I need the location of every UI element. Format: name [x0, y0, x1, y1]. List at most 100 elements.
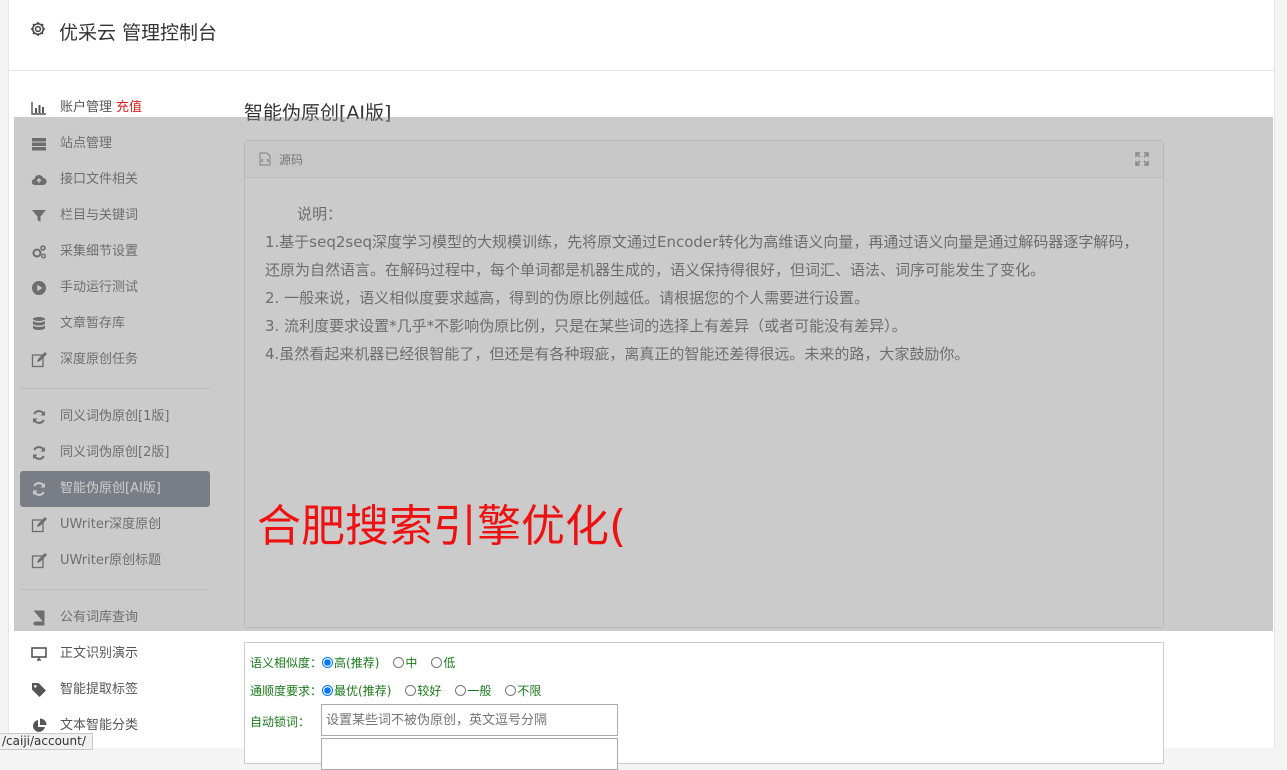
fluency-radio[interactable] [455, 685, 467, 696]
extra-input[interactable] [321, 738, 618, 770]
sidebar-item-label: UWriter原创标题 [60, 553, 162, 568]
sidebar-item-group1-1[interactable]: 站点管理 [20, 126, 210, 162]
sidebar-item-label: 智能提取标签 [60, 682, 139, 697]
fluency-option-label: 不限 [517, 684, 542, 698]
refresh-icon [31, 481, 47, 497]
sidebar-item-group1-4[interactable]: 采集细节设置 [20, 234, 210, 270]
fluency-option[interactable]: 一般 [455, 684, 491, 698]
sidebar-item-label: 公有词库查询 [60, 610, 139, 625]
note-line: 1.基于seq2seq深度学习模型的大规模训练，先将原文通过Encoder转化为… [265, 233, 1139, 279]
panel-title: 源码 [279, 153, 304, 167]
fluency-option[interactable]: 最优(推荐) [322, 684, 391, 698]
panel-header: 源码 [245, 141, 1163, 178]
sidebar-item-label: 智能伪原创[AI版] [60, 481, 161, 496]
sidebar-item-label: 接口文件相关 [60, 172, 139, 187]
sidebar-item-label: 同义词伪原创[1版] [60, 409, 170, 424]
expand-icon[interactable] [1135, 152, 1149, 166]
fluency-radio[interactable] [405, 685, 417, 696]
sidebar-item-group3-0[interactable]: 公有词库查询 [20, 600, 210, 636]
edit-icon [31, 352, 47, 368]
source-editor[interactable]: 说明： 1.基于seq2seq深度学习模型的大规模训练，先将原文通过Encode… [245, 178, 1163, 368]
cogs-icon [31, 244, 47, 260]
sidebar-item-label: 手动运行测试 [60, 280, 139, 295]
sidebar-item-label: 同义词伪原创[2版] [60, 445, 170, 460]
intro-text: 说明： [297, 205, 343, 223]
top-bar: 优采云 管理控制台 [9, 0, 1274, 71]
recharge-link[interactable]: 充值 [116, 100, 142, 115]
cloud-upload-icon [31, 172, 47, 188]
page-title: 智能伪原创[AI版] [244, 102, 392, 124]
app-title: 优采云 管理控制台 [59, 22, 218, 44]
nav-divider [20, 589, 210, 590]
refresh-icon [31, 409, 47, 425]
sidebar-item-group1-0[interactable]: 账户管理 充值 [20, 90, 210, 126]
note-line: 4.虽然看起来机器已经很智能了，但还是有各种瑕疵，离真正的智能还差得很远。未来的… [265, 345, 970, 363]
fluency-radio[interactable] [505, 685, 517, 696]
fluency-option-label: 一般 [467, 684, 492, 698]
sidebar-item-label: 采集细节设置 [60, 244, 139, 259]
pie-chart-icon [31, 718, 47, 734]
note-line: 2. 一般来说，语义相似度要求越高，得到的伪原比例越低。请根据您的个人需要进行设… [265, 289, 870, 307]
sidebar-item-label: UWriter深度原创 [60, 517, 162, 532]
sidebar-item-group1-5[interactable]: 手动运行测试 [20, 270, 210, 306]
fluency-radio[interactable] [322, 685, 334, 696]
sidebar-item-group1-7[interactable]: 深度原创任务 [20, 342, 210, 378]
sidebar-item-label: 文本智能分类 [60, 718, 139, 733]
file-code-icon [259, 152, 271, 166]
similarity-option[interactable]: 低 [431, 656, 455, 670]
similarity-radio[interactable] [431, 657, 443, 668]
gear-icon [29, 20, 47, 38]
similarity-option-label: 高(推荐) [334, 656, 380, 670]
sidebar-item-label: 深度原创任务 [60, 352, 139, 367]
lock-words-input[interactable] [321, 704, 618, 736]
sidebar-item-group2-0[interactable]: 同义词伪原创[1版] [20, 399, 210, 435]
sidebar-item-label: 账户管理 [60, 100, 113, 115]
book-icon [31, 610, 47, 626]
sidebar-item-group1-3[interactable]: 栏目与关键词 [20, 198, 210, 234]
sidebar-item-label: 栏目与关键词 [60, 208, 139, 223]
monitor-icon [31, 646, 47, 662]
sidebar-item-group1-6[interactable]: 文章暂存库 [20, 306, 210, 342]
fluency-row: 通顺度要求： 最优(推荐) 较好 一般 不限 [250, 682, 555, 699]
bar-chart-icon [31, 100, 47, 116]
lock-label: 自动锁词： [250, 715, 311, 729]
sidebar-item-group2-2[interactable]: 智能伪原创[AI版] [20, 471, 210, 507]
sidebar-item-label: 文章暂存库 [60, 316, 126, 331]
similarity-row: 语义相似度： 高(推荐) 中 低 [250, 654, 469, 671]
fluency-option-label: 较好 [417, 684, 442, 698]
fluency-label: 通顺度要求： [250, 684, 323, 698]
sidebar-item-group2-4[interactable]: UWriter原创标题 [20, 543, 210, 579]
edit-icon [31, 517, 47, 533]
sidebar-item-group1-2[interactable]: 接口文件相关 [20, 162, 210, 198]
sidebar-item-group3-1[interactable]: 正文识别演示 [20, 636, 210, 672]
similarity-label: 语义相似度： [250, 656, 323, 670]
similarity-radio[interactable] [322, 657, 334, 668]
sidebar-item-label: 正文识别演示 [60, 646, 139, 661]
sidebar-item-group3-2[interactable]: 智能提取标签 [20, 672, 210, 708]
watermark-text: 合肥搜索引擎优化( [257, 501, 627, 552]
fluency-option[interactable]: 不限 [505, 684, 541, 698]
edit-icon [31, 553, 47, 569]
source-panel: 源码 说明： 1.基于seq2seq深度学习模型的大规模训练，先将原文通过Enc… [244, 140, 1164, 628]
sidebar-item-group2-1[interactable]: 同义词伪原创[2版] [20, 435, 210, 471]
similarity-option[interactable]: 中 [393, 656, 417, 670]
refresh-icon [31, 445, 47, 461]
note-line: 3. 流利度要求设置*几乎*不影响伪原比例，只是在某些词的选择上有差异（或者可能… [265, 317, 907, 335]
similarity-radio[interactable] [393, 657, 405, 668]
status-url: /caiji/account/ [0, 733, 93, 750]
tag-icon [31, 682, 47, 698]
fluency-option[interactable]: 较好 [405, 684, 441, 698]
filter-icon [31, 208, 47, 224]
similarity-option-label: 中 [405, 656, 418, 670]
database-icon [31, 316, 47, 332]
fluency-option-label: 最优(推荐) [334, 684, 392, 698]
sidebar-item-label: 站点管理 [60, 136, 113, 151]
server-icon [31, 136, 47, 152]
similarity-option-label: 低 [443, 656, 456, 670]
lock-row: 自动锁词： [250, 713, 310, 730]
settings-form: 语义相似度： 高(推荐) 中 低 通顺度要求： 最优(推荐) 较好 一般 不限 自动锁词： [244, 642, 1164, 770]
similarity-option[interactable]: 高(推荐) [322, 656, 379, 670]
main-content: 智能伪原创[AI版] [244, 90, 1164, 124]
sidebar-item-group2-3[interactable]: UWriter深度原创 [20, 507, 210, 543]
sidebar: 账户管理 充值站点管理接口文件相关 栏目与关键词 采集细节设置 手动运行测试 文章暂存库深… [20, 90, 210, 744]
